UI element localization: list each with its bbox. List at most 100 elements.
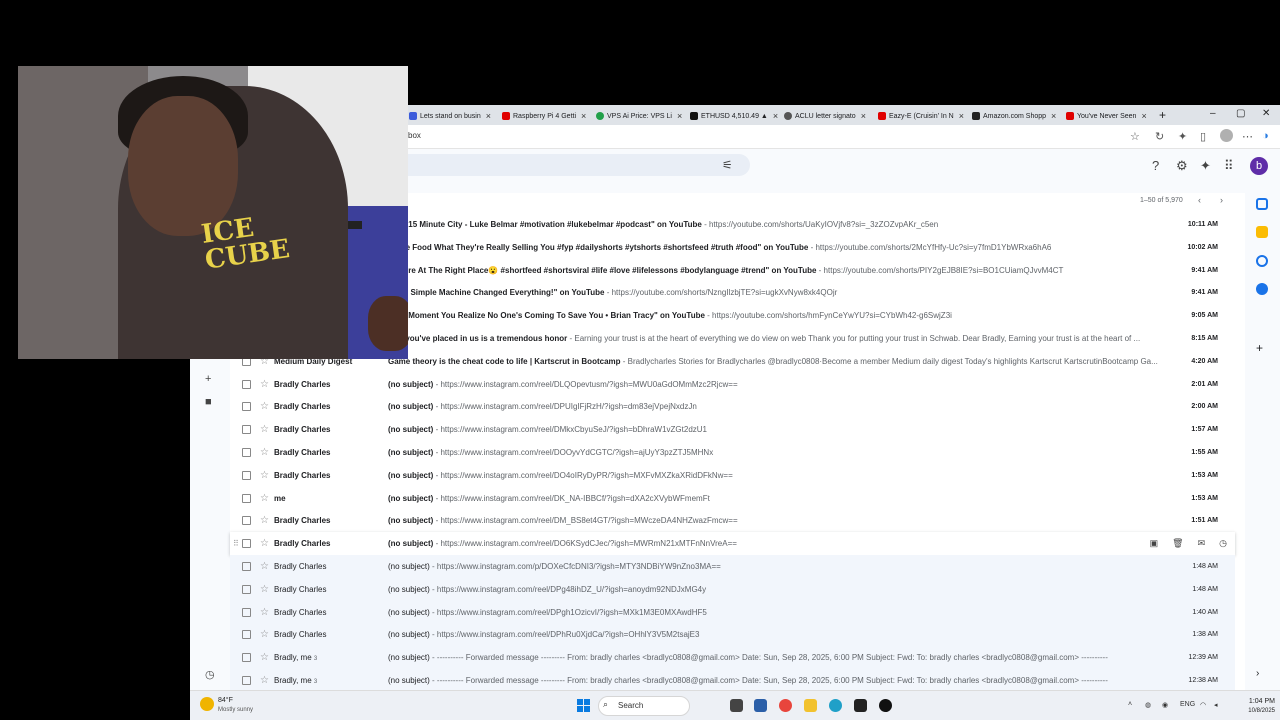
terminal-icon[interactable] — [854, 699, 867, 712]
email-row[interactable]: ☆ Bradly Charles (no subject) - https://w… — [230, 509, 1235, 532]
close-icon[interactable]: × — [1141, 111, 1146, 121]
prev-page-icon[interactable]: ‹ — [1198, 195, 1201, 205]
bookmark-star-icon[interactable]: ☆ — [1130, 130, 1140, 143]
search-options-icon[interactable]: ⚟ — [722, 158, 733, 172]
search-input[interactable] — [390, 154, 750, 176]
tab-3[interactable]: ETHUSD 4,510.49 ▲ × — [686, 107, 778, 125]
select-checkbox[interactable] — [242, 653, 251, 663]
maximize-icon[interactable]: ▢ — [1236, 108, 1245, 119]
add-label-icon[interactable]: + — [205, 373, 211, 385]
star-icon[interactable]: ☆ — [260, 675, 269, 686]
settings-gear-icon[interactable]: ⚙ — [1176, 158, 1188, 174]
email-row[interactable]: ☆ Bradly, me 3 (no subject) - ---------- F… — [230, 646, 1235, 670]
copilot-icon[interactable]: ◑ — [1262, 130, 1269, 142]
weather-desc[interactable]: Mostly sunny — [218, 707, 253, 713]
next-page-icon[interactable]: › — [1220, 195, 1223, 205]
select-checkbox[interactable] — [242, 516, 251, 526]
close-icon[interactable]: × — [1051, 111, 1056, 121]
star-icon[interactable]: ☆ — [260, 561, 269, 572]
extension-icon[interactable]: ✦ — [1178, 130, 1187, 143]
select-checkbox[interactable] — [242, 425, 251, 435]
weather-sun-icon[interactable] — [200, 697, 214, 711]
close-icon[interactable]: × — [959, 111, 964, 121]
select-checkbox[interactable] — [242, 676, 251, 685]
star-icon[interactable]: ☆ — [260, 401, 269, 412]
star-icon[interactable]: ☆ — [260, 607, 269, 618]
tab-0[interactable]: Lets stand on busin × — [405, 107, 497, 125]
delete-icon[interactable]: 🗑︎ — [1172, 538, 1183, 549]
snooze-icon[interactable]: ◷ — [1219, 538, 1227, 549]
contacts-icon[interactable] — [1256, 283, 1268, 295]
close-icon[interactable]: × — [677, 111, 682, 121]
tab-7[interactable]: You've Never Seen × — [1062, 107, 1154, 125]
browser-profile-icon[interactable] — [1220, 129, 1233, 142]
keep-icon[interactable] — [1256, 226, 1268, 238]
expand-panel-icon[interactable]: › — [1256, 668, 1268, 680]
select-checkbox[interactable] — [242, 493, 251, 503]
star-icon[interactable]: ☆ — [260, 538, 269, 549]
minimize-icon[interactable]: – — [1210, 108, 1216, 119]
gemini-icon[interactable]: ✦ — [1200, 158, 1211, 174]
email-row[interactable]: ☆ Bradly Charles (no subject) - https://w… — [230, 373, 1235, 396]
calendar-icon[interactable] — [1256, 198, 1268, 210]
star-icon[interactable]: ☆ — [260, 379, 269, 390]
taskbar-search[interactable] — [598, 696, 690, 716]
email-row[interactable]: ☆ Bradly Charles (no subject) - https://w… — [230, 555, 1235, 578]
email-row[interactable]: ☆ Bradly, me 3 (no subject) - ---------- F… — [230, 669, 1235, 690]
select-checkbox[interactable] — [242, 539, 251, 549]
clock-date[interactable]: 10/8/2025 — [1235, 708, 1275, 714]
email-row[interactable]: ☆ Bradly Charles (no subject) - https://w… — [230, 623, 1235, 647]
email-row[interactable]: ⠿ ☆ Bradly Charles (no subject) - https://… — [230, 532, 1235, 556]
email-row[interactable]: ☆ Bradly Charles (no subject) - https://w… — [230, 418, 1235, 441]
star-icon[interactable]: ☆ — [260, 515, 269, 526]
volume-icon[interactable]: ◂ — [1214, 701, 1218, 709]
tab-5[interactable]: Eazy-E (Cruisin' In N × — [874, 107, 966, 125]
select-checkbox[interactable] — [242, 448, 251, 457]
network-icon[interactable]: ◍ — [1145, 701, 1151, 709]
star-icon[interactable]: ☆ — [260, 629, 269, 640]
add-app-icon[interactable]: + — [1256, 341, 1268, 355]
chrome-icon[interactable] — [779, 699, 792, 712]
select-checkbox[interactable] — [242, 402, 251, 412]
tab-6[interactable]: Amazon.com Shopp × — [968, 107, 1060, 125]
sidebar-icon[interactable]: ▯ — [1200, 130, 1206, 143]
edge-icon[interactable] — [829, 699, 842, 712]
tab-4[interactable]: ACLU letter signato × — [780, 107, 872, 125]
archive-icon[interactable]: ▣ — [1150, 538, 1159, 549]
wifi-icon[interactable]: ◠ — [1200, 701, 1206, 709]
star-icon[interactable]: ☆ — [260, 447, 269, 458]
star-icon[interactable]: ☆ — [260, 493, 269, 504]
help-icon[interactable]: ? — [1152, 158, 1159, 173]
email-row[interactable]: ☆ me (no subject) - https://www.instagram… — [230, 487, 1235, 510]
close-icon[interactable]: × — [861, 111, 866, 121]
close-icon[interactable]: × — [581, 111, 586, 121]
star-icon[interactable]: ☆ — [260, 470, 269, 481]
email-row[interactable]: ☆ Bradly Charles (no subject) - https://w… — [230, 600, 1235, 624]
star-icon[interactable]: ☆ — [260, 652, 269, 663]
windows-start-icon[interactable] — [577, 699, 590, 712]
star-icon[interactable]: ☆ — [260, 424, 269, 435]
tasks-icon[interactable] — [1256, 255, 1268, 267]
tab-1[interactable]: Raspberry Pi 4 Getti × — [498, 107, 590, 125]
star-icon[interactable]: ☆ — [260, 584, 269, 595]
label-icon[interactable]: ■ — [205, 396, 212, 408]
select-checkbox[interactable] — [242, 607, 251, 617]
address-bar[interactable]: box — [408, 131, 421, 140]
select-checkbox[interactable] — [242, 470, 251, 480]
close-icon[interactable]: × — [773, 111, 778, 121]
new-tab-icon[interactable]: + — [1159, 108, 1166, 122]
menu-icon[interactable]: ⋯ — [1242, 130, 1253, 143]
clock-time[interactable]: 1:04 PM — [1235, 698, 1275, 705]
mic-icon[interactable]: ◉ — [1162, 701, 1168, 709]
explorer-icon[interactable] — [804, 699, 817, 712]
close-window-icon[interactable]: ✕ — [1262, 108, 1270, 119]
account-avatar[interactable]: b — [1250, 157, 1268, 175]
select-checkbox[interactable] — [242, 584, 251, 594]
tab-2[interactable]: VPS Ai Price: VPS Li × — [592, 107, 684, 125]
weather-temp[interactable]: 84°F — [218, 697, 233, 704]
apps-grid-icon[interactable]: ⠿ — [1224, 158, 1234, 174]
close-icon[interactable]: × — [486, 111, 491, 121]
store-icon[interactable] — [754, 699, 767, 712]
clock-icon[interactable]: ◷ — [205, 668, 215, 681]
email-row[interactable]: ☆ Bradly Charles (no subject) - https://w… — [230, 577, 1235, 601]
